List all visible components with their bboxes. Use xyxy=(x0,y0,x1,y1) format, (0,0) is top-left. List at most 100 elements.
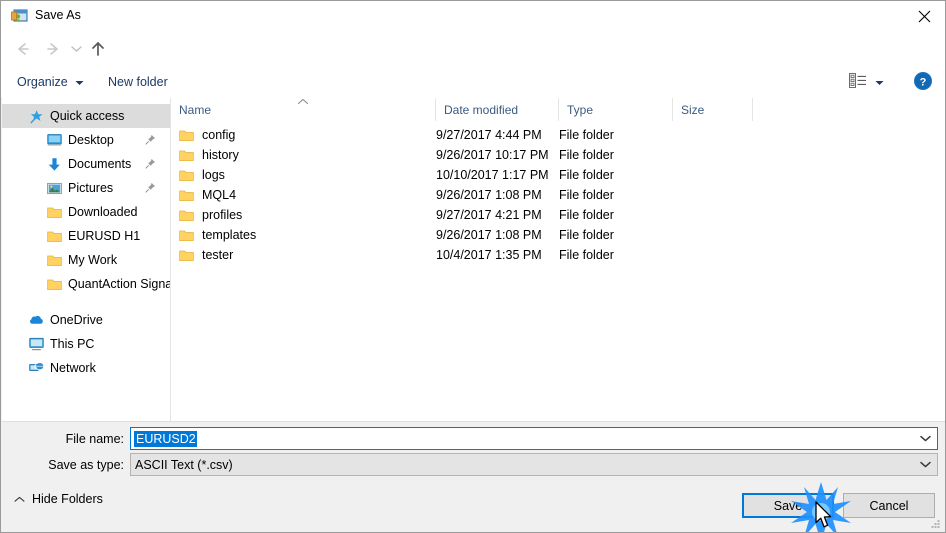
table-row[interactable]: MQL4 9/26/2017 1:08 PM File folder xyxy=(171,185,945,205)
column-header-name-label: Name xyxy=(179,102,212,117)
table-row[interactable]: logs 10/10/2017 1:17 PM File folder xyxy=(171,165,945,185)
file-date-cell: 9/27/2017 4:21 PM xyxy=(436,208,542,222)
pin-icon[interactable] xyxy=(144,181,156,193)
file-name-cell: logs xyxy=(179,165,225,185)
forward-icon[interactable] xyxy=(41,36,65,61)
file-type-cell: File folder xyxy=(559,168,614,182)
file-name-cell: tester xyxy=(179,245,233,265)
folder-icon xyxy=(46,228,62,244)
file-name-input[interactable]: EURUSD2 xyxy=(134,430,197,447)
column-header-name[interactable]: Name xyxy=(171,98,436,121)
sidebar-item-desktop[interactable]: Desktop xyxy=(2,128,170,152)
sidebar-item-label: Downloaded xyxy=(68,205,138,219)
file-name-label: MQL4 xyxy=(202,188,237,202)
file-type-cell: File folder xyxy=(559,188,614,202)
up-icon[interactable] xyxy=(86,36,110,61)
table-row[interactable]: tester 10/4/2017 1:35 PM File folder xyxy=(171,245,945,265)
network-icon xyxy=(28,360,44,376)
sidebar-item-network[interactable]: Network xyxy=(2,356,170,380)
file-type-cell: File folder xyxy=(559,128,614,142)
sidebar-item-label: My Work xyxy=(68,253,118,267)
file-name-cell: MQL4 xyxy=(179,185,236,205)
sidebar-item-documents[interactable]: Documents xyxy=(2,152,170,176)
sidebar-item-onedrive[interactable]: OneDrive xyxy=(2,308,170,332)
table-row[interactable]: profiles 9/27/2017 4:21 PM File folder xyxy=(171,205,945,225)
organize-button[interactable]: Organize xyxy=(17,71,84,92)
column-header-size-label: Size xyxy=(681,102,705,117)
close-button[interactable] xyxy=(901,1,945,31)
pin-icon[interactable] xyxy=(144,157,156,169)
hide-folders-button[interactable]: Hide Folders xyxy=(14,489,103,509)
organize-label: Organize xyxy=(17,74,68,89)
column-header-date-modified[interactable]: Date modified xyxy=(436,98,559,121)
cancel-button[interactable]: Cancel xyxy=(843,493,935,518)
sidebar-item-label: Desktop xyxy=(68,133,114,147)
sidebar-item-label: OneDrive xyxy=(50,313,103,327)
chevron-down-icon[interactable] xyxy=(913,454,937,475)
file-name-label: templates xyxy=(202,228,257,242)
folder-icon xyxy=(179,229,194,242)
hide-folders-label: Hide Folders xyxy=(32,492,103,506)
chevron-up-icon xyxy=(14,492,25,506)
file-date-cell: 10/10/2017 1:17 PM xyxy=(436,168,549,182)
save-form: File name: EURUSD2 Save as type: ASCII T… xyxy=(2,421,945,488)
file-date-cell: 9/26/2017 10:17 PM xyxy=(436,148,549,162)
sidebar-item-label: QuantAction Signal xyxy=(68,277,171,291)
file-name-cell: history xyxy=(179,145,239,165)
save-as-type-label: Save as type: xyxy=(48,458,124,472)
table-row[interactable]: history 9/26/2017 10:17 PM File folder xyxy=(171,145,945,165)
save-as-type-combobox[interactable]: ASCII Text (*.csv) xyxy=(130,453,938,476)
sidebar-item-label: This PC xyxy=(50,337,95,351)
file-name-combobox[interactable]: EURUSD2 xyxy=(130,427,938,450)
new-folder-label: New folder xyxy=(108,74,168,89)
view-mode-button[interactable] xyxy=(849,71,884,92)
pin-icon[interactable] xyxy=(144,133,156,145)
new-folder-button[interactable]: New folder xyxy=(108,71,168,92)
navigation-pane: Quick access Desktop Documents Pictures … xyxy=(2,98,171,421)
column-header-size[interactable]: Size xyxy=(673,98,753,121)
folder-icon xyxy=(46,204,62,220)
folder-icon xyxy=(179,149,194,162)
column-header-date-label: Date modified xyxy=(444,102,519,117)
table-row[interactable]: config 9/27/2017 4:44 PM File folder xyxy=(171,125,945,145)
chevron-down-icon[interactable] xyxy=(913,428,937,449)
sidebar-item-downloaded[interactable]: Downloaded xyxy=(2,200,170,224)
folder-icon xyxy=(179,189,194,202)
help-button[interactable]: ? xyxy=(913,71,933,91)
sidebar-item-quantaction-signal[interactable]: QuantAction Signal xyxy=(2,272,170,296)
file-name-cell: templates xyxy=(179,225,256,245)
file-name-label: File name: xyxy=(65,432,124,446)
folder-icon xyxy=(179,209,194,222)
chevron-down-icon xyxy=(75,75,84,89)
onedrive-icon xyxy=(28,312,44,328)
view-list-icon xyxy=(849,72,867,91)
file-list[interactable]: config 9/27/2017 4:44 PM File folder his… xyxy=(171,121,945,421)
sidebar-item-this-pc[interactable]: This PC xyxy=(2,332,170,356)
file-date-cell: 10/4/2017 1:35 PM xyxy=(436,248,542,262)
sidebar-item-eurusd-h1[interactable]: EURUSD H1 xyxy=(2,224,170,248)
file-name-label: tester xyxy=(202,248,234,262)
sidebar-item-my-work[interactable]: My Work xyxy=(2,248,170,272)
sidebar-item-label: Pictures xyxy=(68,181,114,195)
recent-locations-chevron-down-icon[interactable] xyxy=(67,36,85,61)
sort-ascending-icon xyxy=(296,97,310,105)
back-icon[interactable] xyxy=(11,36,35,61)
file-name-cell: profiles xyxy=(179,205,242,225)
file-type-cell: File folder xyxy=(559,248,614,262)
save-button-label: Save xyxy=(773,498,803,513)
sidebar-item-quick-access[interactable]: Quick access xyxy=(2,104,170,128)
save-button[interactable]: Save xyxy=(742,493,834,518)
column-header-type[interactable]: Type xyxy=(559,98,673,121)
save-as-app-icon xyxy=(11,8,28,24)
column-header-row: Name Date modified Type Size xyxy=(171,98,945,122)
star-pin-icon xyxy=(28,108,44,124)
file-name-label: config xyxy=(202,128,236,142)
table-row[interactable]: templates 9/26/2017 1:08 PM File folder xyxy=(171,225,945,245)
sidebar-item-pictures[interactable]: Pictures xyxy=(2,176,170,200)
sidebar-item-label: EURUSD H1 xyxy=(68,229,141,243)
resize-grip[interactable] xyxy=(929,517,942,530)
folder-icon xyxy=(46,252,62,268)
file-name-cell: config xyxy=(179,125,235,145)
column-header-type-label: Type xyxy=(567,102,594,117)
file-name-label: profiles xyxy=(202,208,243,222)
